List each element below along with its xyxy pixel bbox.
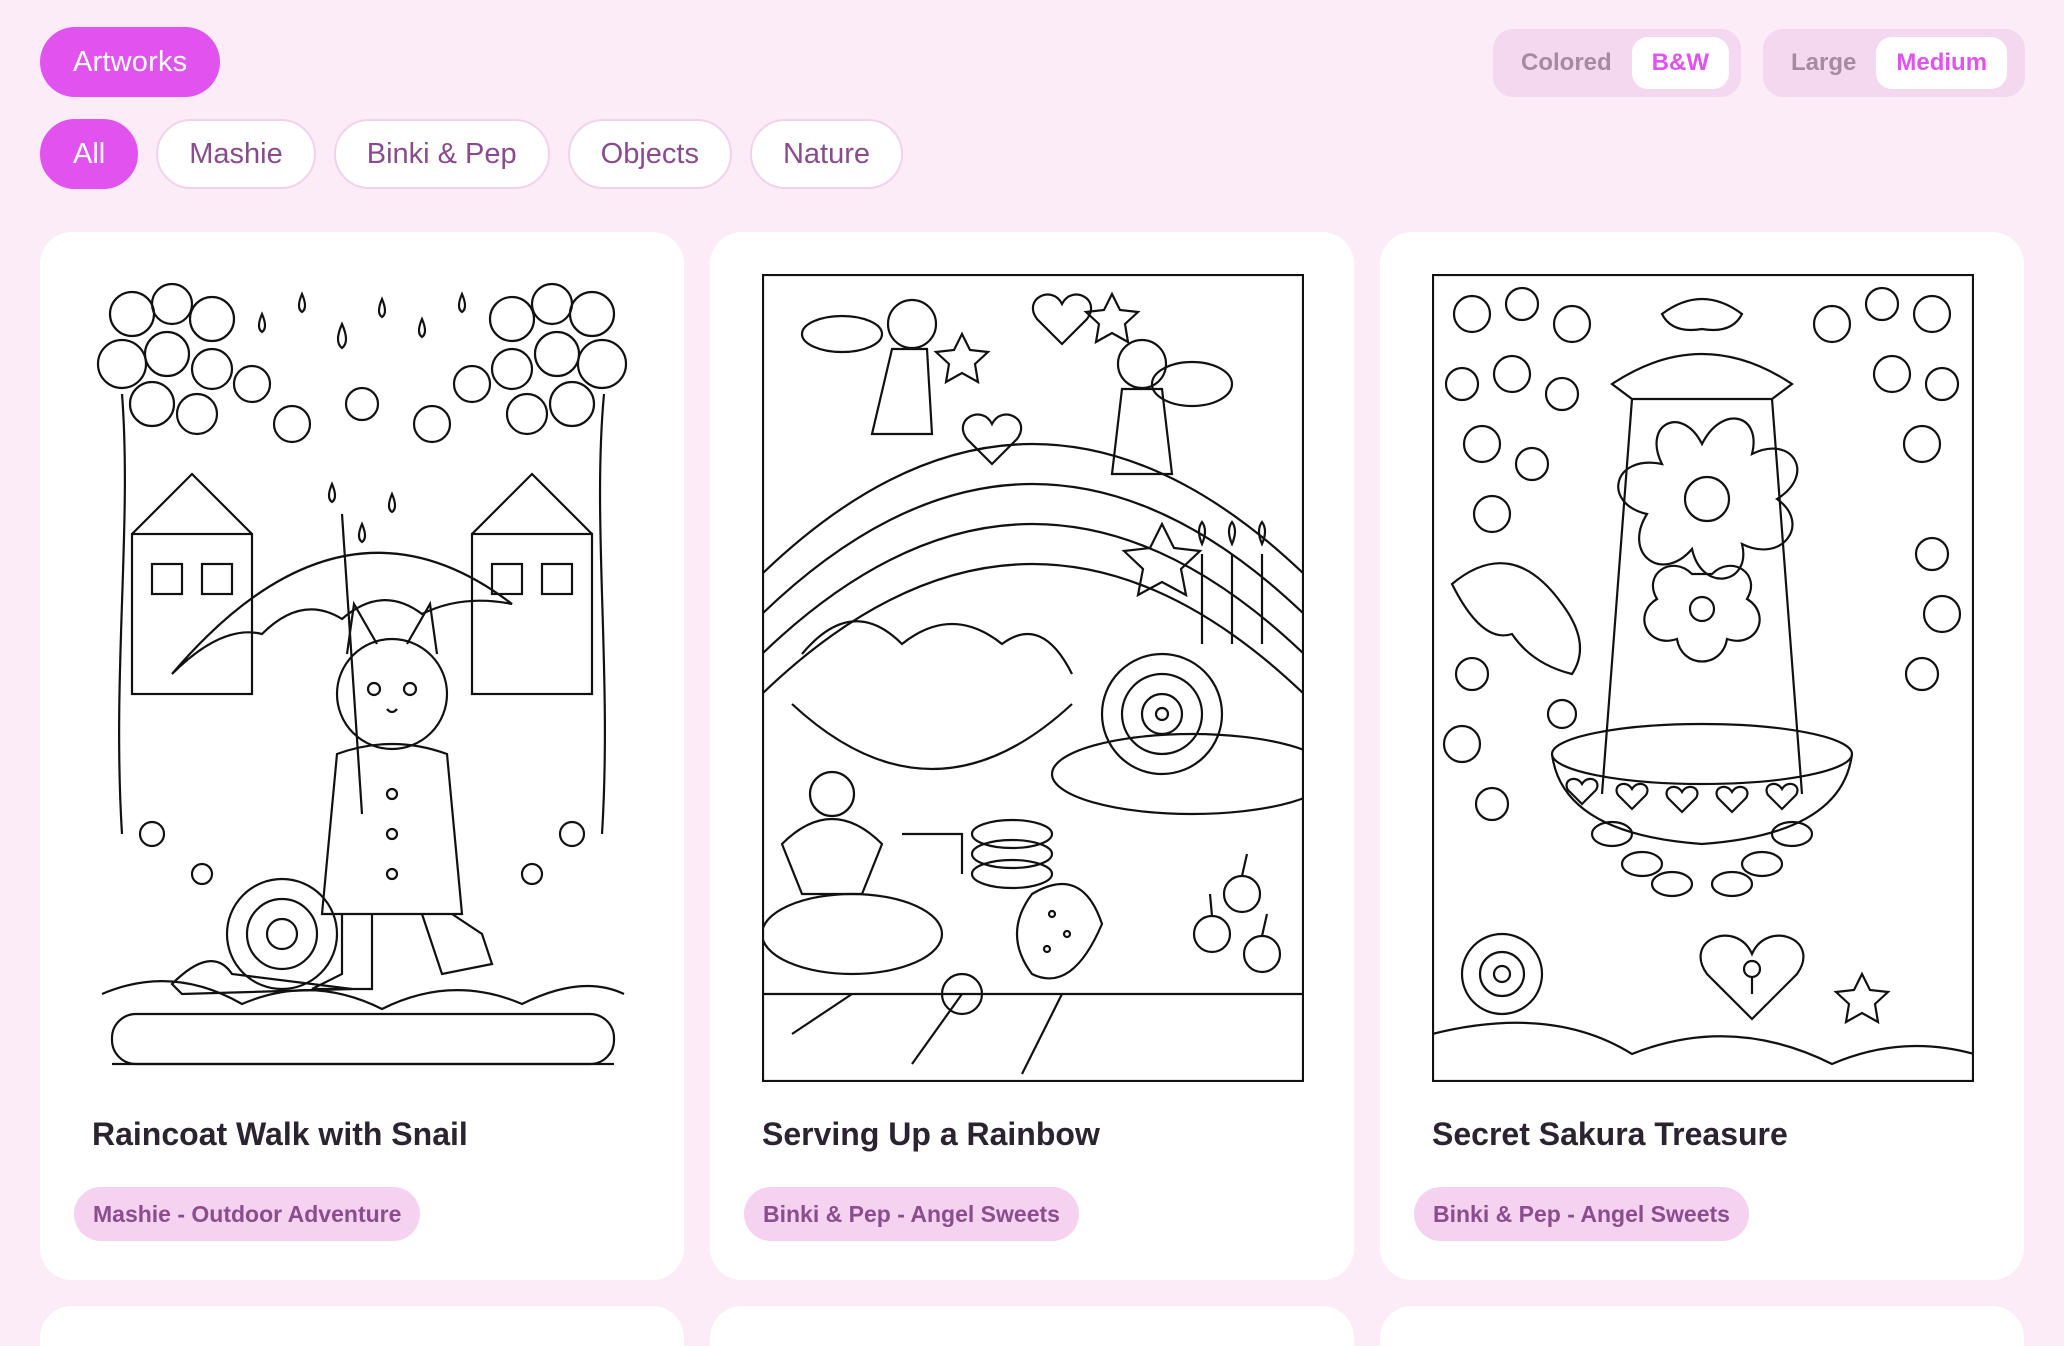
large-option[interactable]: Large	[1771, 37, 1876, 89]
next-card-peek	[40, 1306, 684, 1346]
card-title: Secret Sakura Treasure	[1432, 1116, 1788, 1152]
filter-chip-nature[interactable]: Nature	[749, 119, 904, 189]
artwork-card[interactable]: Secret Sakura Treasure Binki & Pep - Ang…	[1380, 232, 2024, 1280]
next-card-peek	[1380, 1306, 2024, 1346]
card-tag[interactable]: Mashie - Outdoor Adventure	[74, 1187, 421, 1241]
size-toggle: Large Medium	[1763, 29, 2025, 97]
artworks-button[interactable]: Artworks	[40, 27, 221, 97]
artwork-card[interactable]: Serving Up a Rainbow Binki & Pep - Angel…	[710, 232, 1354, 1280]
filter-chip-mashie[interactable]: Mashie	[156, 119, 316, 189]
next-card-peek	[710, 1306, 1354, 1346]
card-tag[interactable]: Binki & Pep - Angel Sweets	[744, 1187, 1079, 1241]
colored-option[interactable]: Colored	[1501, 37, 1632, 89]
color-mode-toggle: Colored B&W	[1493, 29, 1741, 97]
sakura-lantern-line-art	[1432, 274, 1974, 1082]
category-filters: All Mashie Binki & Pep Objects Nature	[40, 119, 904, 189]
filter-chip-binki-pep[interactable]: Binki & Pep	[333, 119, 550, 189]
cat-with-umbrella-line-art	[92, 274, 634, 1082]
top-bar: Artworks	[40, 27, 221, 97]
card-title: Raincoat Walk with Snail	[92, 1116, 468, 1152]
card-tag[interactable]: Binki & Pep - Angel Sweets	[1414, 1187, 1749, 1241]
card-title: Serving Up a Rainbow	[762, 1116, 1100, 1152]
artwork-card[interactable]: Raincoat Walk with Snail Mashie - Outdoo…	[40, 232, 684, 1280]
medium-option[interactable]: Medium	[1876, 37, 2008, 89]
filter-chip-all[interactable]: All	[40, 119, 139, 189]
filter-chip-objects[interactable]: Objects	[567, 119, 732, 189]
sweets-table-line-art	[762, 274, 1304, 1082]
bw-option[interactable]: B&W	[1631, 37, 1729, 89]
